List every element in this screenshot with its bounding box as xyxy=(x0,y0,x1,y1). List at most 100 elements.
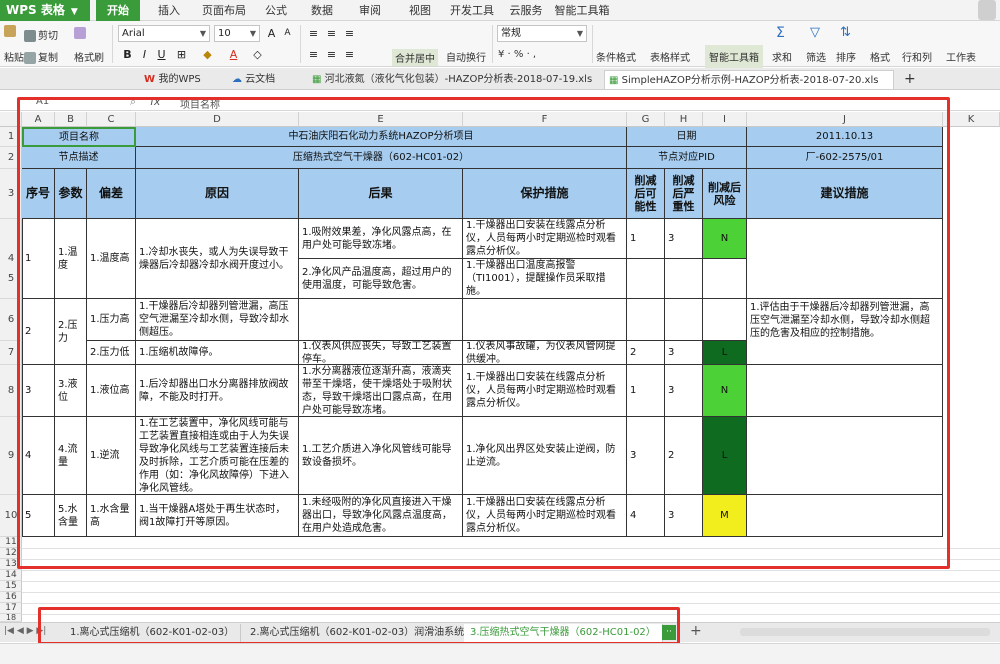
first-sheet-icon[interactable]: |◀ ◀ ▶ ▶| xyxy=(4,626,46,636)
recommendation-cell[interactable] xyxy=(747,365,943,417)
protection-cell[interactable]: 1.干燥器出口安装在线露点分析仪，人员每两小时定期巡检时观看露点分析仪。 xyxy=(463,365,627,417)
avatar[interactable] xyxy=(978,0,996,20)
tab-view[interactable]: 视图 xyxy=(402,0,438,21)
row-header[interactable]: 10 xyxy=(0,495,22,537)
cut-button[interactable]: 剪切 xyxy=(24,27,58,42)
column-header[interactable]: B xyxy=(55,112,87,127)
sum-button[interactable]: 求和 xyxy=(772,49,792,64)
horizontal-scrollbar[interactable] xyxy=(740,628,990,636)
paste-button[interactable] xyxy=(4,25,18,37)
align-middle-icon[interactable]: ≡ xyxy=(324,26,339,41)
column-header[interactable]: K xyxy=(943,112,1000,127)
header-risk[interactable]: 削减后风险 xyxy=(703,169,747,219)
consequence-cell[interactable]: 1.吸附效果差，净化风露点高，在用户处可能导致冻堵。 xyxy=(299,219,463,259)
pid-value[interactable]: 厂-602-2575/01 xyxy=(747,147,943,169)
deviation-cell[interactable]: 1.液位高 xyxy=(87,365,136,417)
recommendation-cell[interactable] xyxy=(747,417,943,495)
deviation-cell[interactable]: 1.水含量高 xyxy=(87,495,136,537)
tab-developer[interactable]: 开发工具 xyxy=(446,0,498,21)
date-value[interactable]: 2011.10.13 xyxy=(747,127,943,147)
param-cell[interactable]: 2.压力 xyxy=(55,299,87,365)
likelihood-cell[interactable]: 4 xyxy=(627,495,665,537)
likelihood-cell[interactable] xyxy=(627,259,665,299)
column-header[interactable]: E xyxy=(299,112,463,127)
cause-cell[interactable]: 1.干燥器后冷却器列管泄漏，高压空气泄漏至冷却水侧，导致冷却水侧超压。 xyxy=(136,299,299,341)
header-severity[interactable]: 削减后严重性 xyxy=(665,169,703,219)
project-name-label[interactable]: 项目名称 xyxy=(22,127,136,147)
cause-cell[interactable]: 1.压缩机故障停。 xyxy=(136,341,299,365)
row-header[interactable]: 16 xyxy=(0,592,22,603)
column-header[interactable]: G xyxy=(627,112,665,127)
row-header[interactable]: 18 xyxy=(0,614,22,622)
header-param[interactable]: 参数 xyxy=(55,169,87,219)
deviation-cell[interactable]: 2.压力低 xyxy=(87,341,136,365)
column-header[interactable]: F xyxy=(463,112,627,127)
protection-cell[interactable]: 1.干燥器出口温度高报警（TI1001），提醒操作员采取措施。 xyxy=(463,259,627,299)
fill-color-icon[interactable]: ◆ xyxy=(200,47,215,62)
spreadsheet-grid[interactable]: 项目名称 中石油庆阳石化动力系统HAZOP分析项目 日期 2011.10.13 … xyxy=(22,127,1000,622)
tab-review[interactable]: 审阅 xyxy=(352,0,388,21)
row-header[interactable]: 14 xyxy=(0,570,22,581)
smart-toolbox-button[interactable]: 智能工具箱 xyxy=(705,45,763,68)
severity-cell[interactable] xyxy=(665,259,703,299)
column-header[interactable]: I xyxy=(703,112,747,127)
number-format-buttons[interactable]: ¥ · % · , xyxy=(498,49,536,60)
node-desc-value[interactable]: 压缩热式空气干燥器（602-HC01-02） xyxy=(136,147,627,169)
column-header[interactable]: H xyxy=(665,112,703,127)
seq-cell[interactable]: 4 xyxy=(22,417,55,495)
font-name-select[interactable]: Arial ▼ xyxy=(118,25,210,42)
param-cell[interactable]: 4.流量 xyxy=(55,417,87,495)
sheet-tab-active[interactable]: 3.压缩热式空气干燥器（602-HC01-02） xyxy=(464,624,663,642)
sheet-tab[interactable]: 2.离心式压缩机（602-K01-02-03）润滑油系统 xyxy=(244,624,472,642)
format-painter-button[interactable] xyxy=(74,27,88,39)
severity-cell[interactable]: 3 xyxy=(665,365,703,417)
sum-icon[interactable]: Σ xyxy=(776,25,785,41)
node-desc-label[interactable]: 节点描述 xyxy=(22,147,136,169)
pid-label[interactable]: 节点对应PID xyxy=(627,147,747,169)
border-icon[interactable]: ⊞ xyxy=(174,47,189,62)
copy-button[interactable]: 复制 xyxy=(24,49,58,64)
deviation-cell[interactable]: 1.逆流 xyxy=(87,417,136,495)
consequence-cell[interactable]: 1.工艺介质进入净化风管线可能导致设备损坏。 xyxy=(299,417,463,495)
sheet-tab[interactable]: 1.离心式压缩机（602-K01-02-03） xyxy=(64,624,242,642)
consequence-cell[interactable]: 2.净化风产品温度高，超过用户的使用温度，可能导致危害。 xyxy=(299,259,463,299)
font-color-icon[interactable]: A xyxy=(226,47,241,62)
risk-cell[interactable] xyxy=(703,259,747,299)
row-header[interactable]: 6 xyxy=(0,299,22,341)
name-box[interactable]: A1 xyxy=(36,96,49,107)
likelihood-cell[interactable]: 2 xyxy=(627,341,665,365)
risk-cell[interactable]: N xyxy=(703,219,747,259)
param-cell[interactable]: 1.温度 xyxy=(55,219,87,299)
project-name-value[interactable]: 中石油庆阳石化动力系统HAZOP分析项目 xyxy=(136,127,627,147)
seq-cell[interactable]: 2 xyxy=(22,299,55,365)
row-header[interactable]: 11 xyxy=(0,537,22,548)
more-sheets-icon[interactable]: ·· xyxy=(662,625,676,640)
likelihood-cell[interactable]: 1 xyxy=(627,365,665,417)
risk-cell[interactable]: L xyxy=(703,341,747,365)
recommendation-cell[interactable] xyxy=(747,219,943,299)
tab-formula[interactable]: 公式 xyxy=(258,0,294,21)
likelihood-cell[interactable] xyxy=(627,299,665,341)
filter-icon[interactable]: ▽ xyxy=(810,25,820,40)
deviation-cell[interactable]: 1.压力高 xyxy=(87,299,136,341)
add-sheet-icon[interactable]: + xyxy=(690,623,702,639)
severity-cell[interactable] xyxy=(665,299,703,341)
protection-cell[interactable]: 1.净化风出界区处安装止逆阀，防止逆流。 xyxy=(463,417,627,495)
column-header[interactable]: C xyxy=(87,112,136,127)
row-header[interactable]: 5 xyxy=(0,259,22,299)
doc-tab-mywps[interactable]: W 我的WPS xyxy=(140,70,228,89)
column-header[interactable]: J xyxy=(747,112,943,127)
italic-icon[interactable]: I xyxy=(137,47,152,62)
protection-cell[interactable]: 1.干燥器出口安装在线露点分析仪，人员每两小时定期巡检时观看露点分析仪。 xyxy=(463,495,627,537)
tab-smart-toolbox[interactable]: 智能工具箱 xyxy=(554,0,610,21)
risk-cell[interactable] xyxy=(703,299,747,341)
align-top-icon[interactable]: ≡ xyxy=(306,26,321,41)
consequence-cell[interactable]: 1.未经吸附的净化风直接进入干燥器出口，导致净化风露点温度高，在用户处造成危害。 xyxy=(299,495,463,537)
param-cell[interactable]: 5.水含量 xyxy=(55,495,87,537)
rows-cols-button[interactable]: 行和列 xyxy=(902,49,932,64)
merge-center-button[interactable]: 合并居中 xyxy=(392,49,438,66)
bold-icon[interactable]: B xyxy=(120,47,135,62)
doc-tab-hebei[interactable]: ▦ 河北液氮（液化气化包装）-HAZOP分析表-2018-07-19.xls xyxy=(308,70,598,89)
tab-cloud[interactable]: 云服务 xyxy=(504,0,548,21)
consequence-cell[interactable] xyxy=(299,299,463,341)
